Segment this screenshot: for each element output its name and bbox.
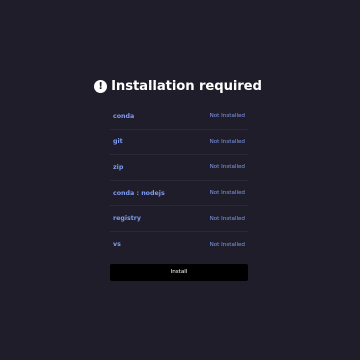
status-badge: Not Installed [209,215,245,222]
header: ! Installation required [94,76,262,96]
requirement-row-conda-nodejs: conda : nodejs Not Installed [110,181,248,207]
status-badge: Not Installed [209,113,245,120]
page-title: Installation required [111,78,262,94]
requirement-name: registry [113,215,142,223]
requirement-row-vs: vs Not Installed [110,232,248,258]
requirement-name: git [113,138,123,146]
requirement-name: vs [113,241,121,249]
requirement-name: conda : nodejs [113,189,165,197]
requirements-list: conda Not Installed git Not Installed zi… [110,104,248,258]
install-button[interactable]: Install [110,263,248,281]
status-badge: Not Installed [209,190,245,197]
requirement-row-conda: conda Not Installed [110,104,248,130]
requirement-row-git: git Not Installed [110,130,248,156]
requirement-name: conda [113,112,135,120]
status-badge: Not Installed [209,138,245,145]
requirement-name: zip [113,163,124,171]
status-badge: Not Installed [209,241,245,248]
installation-panel: ! Installation required conda Not Instal… [94,76,262,281]
alert-circle-icon: ! [94,79,108,93]
requirement-row-zip: zip Not Installed [110,155,248,181]
status-badge: Not Installed [209,164,245,171]
requirement-row-registry: registry Not Installed [110,206,248,232]
